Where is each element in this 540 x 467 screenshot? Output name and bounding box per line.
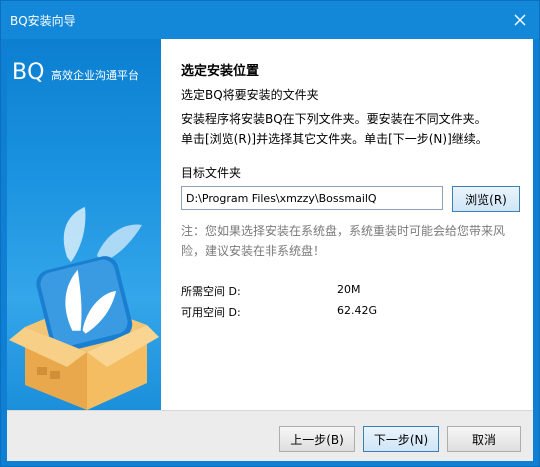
page-subtitle: 选定BQ将要安装的文件夹 bbox=[181, 88, 319, 102]
required-space-value: 20M bbox=[337, 283, 361, 296]
client-area: BQ 高效企业沟通平台 选定安装位置 选定BQ将要安装的文件夹 安装程序将安装B… bbox=[7, 39, 533, 461]
page-title: 选定安装位置 bbox=[181, 64, 260, 79]
installer-window: BQ安装向导 BQ 高效企业沟通平台 选定安装位置 选定BQ将要安装的文件夹 安… bbox=[0, 0, 540, 467]
brand-slogan: 高效企业沟通平台 bbox=[51, 69, 139, 82]
main-panel: 选定安装位置 选定BQ将要安装的文件夹 安装程序将安装BQ在下列文件夹。要安装在… bbox=[161, 39, 533, 410]
title-bar: BQ安装向导 bbox=[1, 1, 539, 39]
brand-logo-text: BQ bbox=[12, 60, 45, 85]
close-icon[interactable] bbox=[507, 7, 533, 33]
target-folder-label: 目标文件夹 bbox=[181, 166, 242, 180]
available-space-value: 62.42G bbox=[337, 304, 378, 317]
system-disk-note: 注：您如果选择安装在系统盘，系统重装时可能会给您带来风险，建议安装在非系统盘！ bbox=[181, 224, 506, 258]
brand: BQ 高效企业沟通平台 bbox=[12, 60, 139, 85]
window-title: BQ安装向导 bbox=[10, 14, 76, 28]
description-line-2: 单击[浏览(R)]并选择其它文件夹。单击[下一步(N)]继续。 bbox=[181, 132, 488, 146]
button-bar: 上一步(B) 下一步(N) 取消 bbox=[7, 410, 533, 461]
browse-button[interactable]: 浏览(R) bbox=[452, 186, 520, 212]
install-path-input[interactable] bbox=[181, 186, 443, 210]
description-line-1: 安装程序将安装BQ在下列文件夹。要安装在不同文件夹。 bbox=[181, 112, 487, 126]
required-space-label: 所需空间 D: bbox=[181, 285, 241, 298]
available-space-label: 可用空间 D: bbox=[181, 306, 241, 319]
back-button[interactable]: 上一步(B) bbox=[279, 426, 355, 452]
bq-box-bird-illustration bbox=[9, 207, 159, 410]
next-button[interactable]: 下一步(N) bbox=[363, 426, 439, 452]
cancel-button[interactable]: 取消 bbox=[447, 426, 521, 452]
sidebar-banner: BQ 高效企业沟通平台 bbox=[7, 39, 161, 410]
